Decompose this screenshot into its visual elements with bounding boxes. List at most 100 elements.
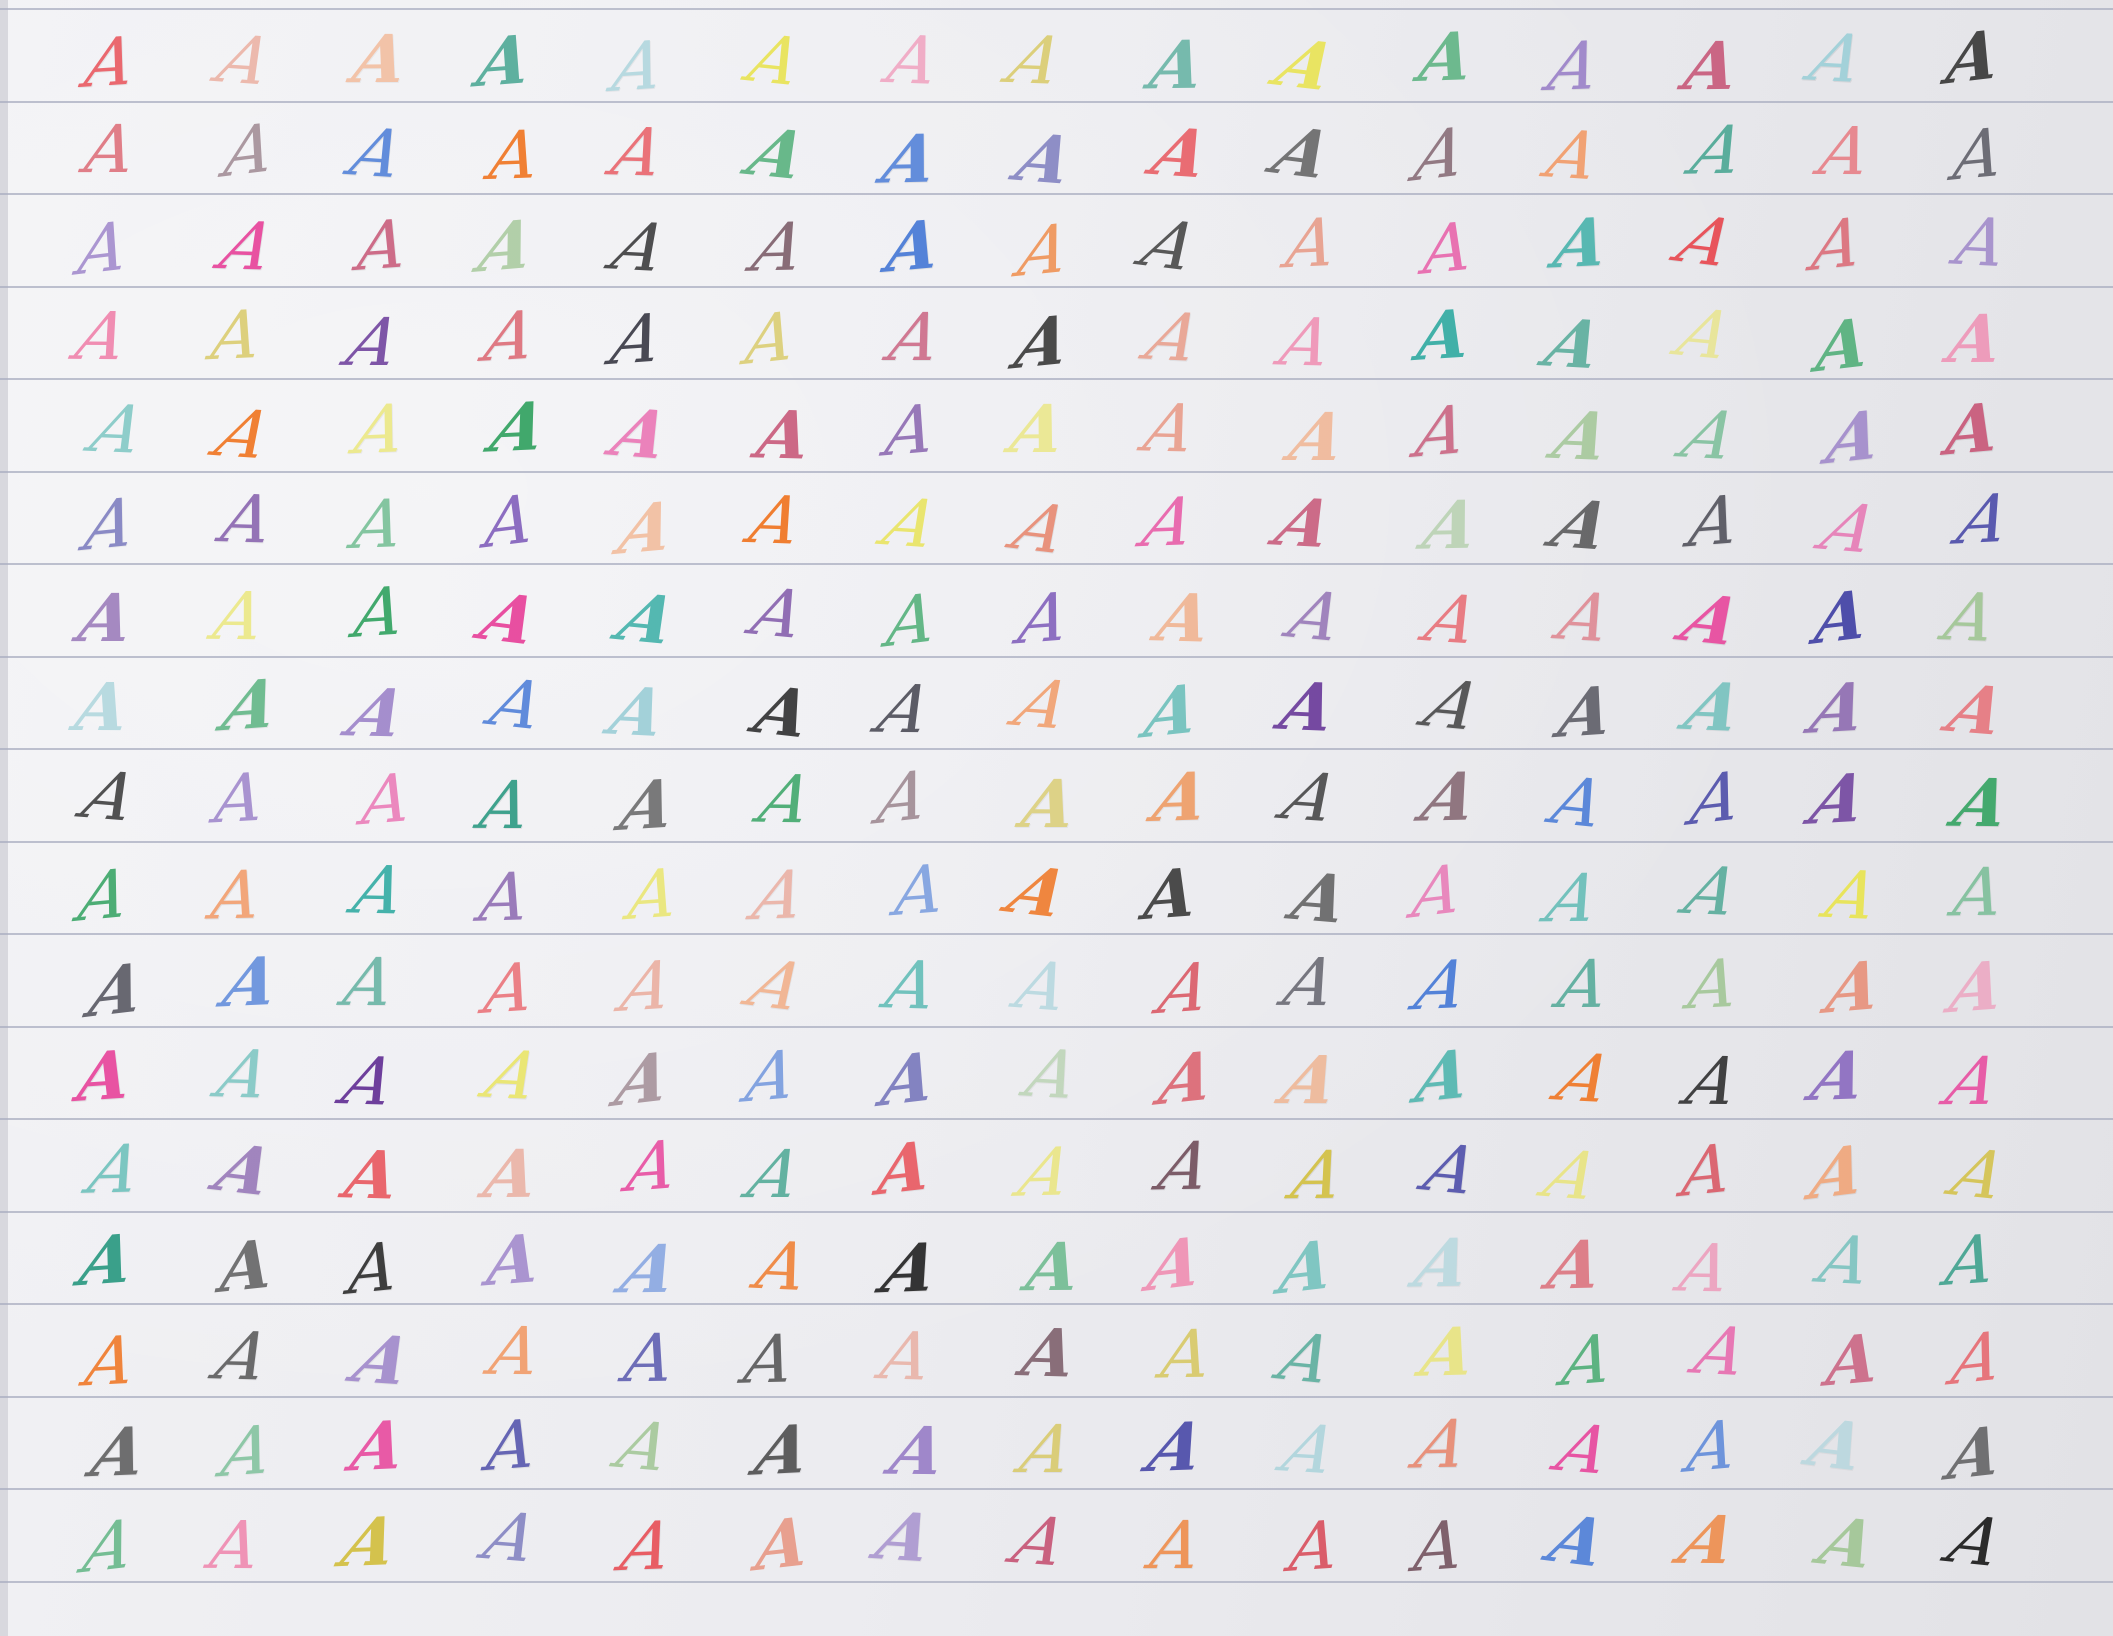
handwritten-letter: A [483,386,554,468]
handwritten-letter: A [742,296,799,381]
handwritten-letter: A [1676,667,1753,747]
handwritten-letter: A [1284,857,1356,939]
handwritten-letter: A [1686,1312,1755,1391]
handwritten-letter: A [1143,113,1218,194]
handwritten-letter: A [743,573,813,654]
handwritten-letter: A [1804,1036,1874,1117]
handwritten-letter: A [1407,945,1477,1026]
handwritten-letter: A [74,206,132,291]
handwritten-letter: A [872,755,935,840]
handwritten-letter: A [1273,666,1343,747]
handwritten-letter: A [1152,1034,1221,1121]
handwritten-letter: A [1285,1136,1352,1215]
handwritten-letter: A [482,664,552,745]
handwritten-letter: A [1553,945,1614,1024]
handwritten-letter: A [868,671,941,749]
handwritten-letter: A [1416,1312,1480,1393]
handwritten-letter: A [334,1042,404,1121]
page-edge [0,0,8,1636]
handwritten-letter: A [882,389,939,472]
handwritten-letter: A [1672,396,1749,475]
handwritten-letter: A [1408,1405,1477,1484]
handwritten-letter: A [612,1229,688,1308]
handwritten-letter: A [1411,1505,1465,1587]
handwritten-letter: A [1813,301,1870,388]
handwritten-letter: A [609,1406,680,1486]
handwritten-letter: A [1676,852,1748,931]
rule-line [0,8,2113,10]
handwritten-letter: A [744,207,813,287]
handwritten-letter: A [605,113,672,191]
handwritten-letter: A [1016,1313,1082,1393]
handwritten-letter: A [1950,113,2007,196]
handwritten-letter: A [1821,394,1887,480]
handwritten-letter: A [1147,756,1215,838]
handwritten-letter: A [892,849,947,932]
handwritten-letter: A [1009,298,1078,385]
handwritten-letter: A [207,856,265,935]
handwritten-letter: A [1416,1129,1487,1210]
handwritten-letter: A [339,1135,405,1215]
handwritten-letter: A [85,1411,153,1492]
handwritten-letter: A [1541,1224,1608,1305]
handwritten-letter: A [1939,669,2015,751]
handwritten-letter: A [1407,1223,1479,1303]
handwritten-letter: A [1813,112,1877,191]
handwritten-letter: A [620,1320,679,1398]
handwritten-letter: A [74,1218,140,1302]
handwritten-letter: A [1942,14,2004,101]
handwritten-letter: A [79,482,140,567]
handwritten-letter: A [883,578,939,663]
handwritten-letter: A [1274,1041,1349,1120]
handwritten-letter: A [476,858,533,937]
handwritten-letter: A [1408,111,1471,197]
handwritten-letter: A [1004,389,1072,468]
handwritten-letter: A [215,479,278,559]
handwritten-letter: A [1152,947,1219,1030]
handwritten-letter: A [603,393,680,475]
handwritten-letter: A [876,1036,939,1123]
handwritten-letter: A [1144,25,1210,105]
handwritten-letter: A [207,578,271,656]
handwritten-letter: A [1139,1406,1214,1488]
handwritten-letter: A [220,108,278,193]
handwritten-letter: A [1539,116,1607,195]
handwritten-letter: A [1811,574,1871,660]
handwritten-letter: A [338,303,410,381]
handwritten-letter: A [208,21,282,100]
handwritten-letter: A [207,295,265,376]
handwritten-letter: A [881,21,945,100]
handwritten-letter: A [1551,578,1620,658]
handwritten-letter: A [1019,1035,1086,1114]
handwritten-letter: A [738,1319,799,1399]
handwritten-letter: A [1414,17,1478,98]
handwritten-letter: A [73,757,147,837]
handwritten-letter: A [1810,488,1890,568]
handwritten-letter: A [874,483,949,563]
handwritten-letter: A [748,1409,817,1491]
handwritten-letter: A [348,484,408,564]
handwritten-letter: A [1683,111,1753,191]
handwritten-letter: A [350,572,408,654]
handwritten-letter: A [747,670,819,753]
handwritten-letter: A [482,479,535,564]
handwritten-letter: A [749,1226,815,1306]
handwritten-letter: A [604,298,670,380]
handwritten-letter: A [342,113,412,193]
handwritten-letter: A [1137,298,1212,377]
handwritten-letter: A [1417,484,1486,565]
handwritten-letter: A [1821,944,1887,1029]
handwritten-letter: A [1151,1127,1219,1206]
handwritten-letter: A [1818,856,1885,936]
handwritten-letter: A [1273,303,1339,381]
handwritten-letter: A [1553,670,1619,754]
handwritten-letter: A [1282,397,1354,476]
handwritten-letter: A [753,1501,810,1587]
handwritten-letter: A [1010,1132,1082,1212]
handwritten-letter: A [484,1219,542,1302]
handwritten-letter: A [1275,1223,1337,1310]
handwritten-letter: A [874,1227,948,1309]
handwritten-letter: A [602,208,679,287]
handwritten-letter: A [210,1035,279,1114]
handwritten-letter: A [486,115,543,195]
